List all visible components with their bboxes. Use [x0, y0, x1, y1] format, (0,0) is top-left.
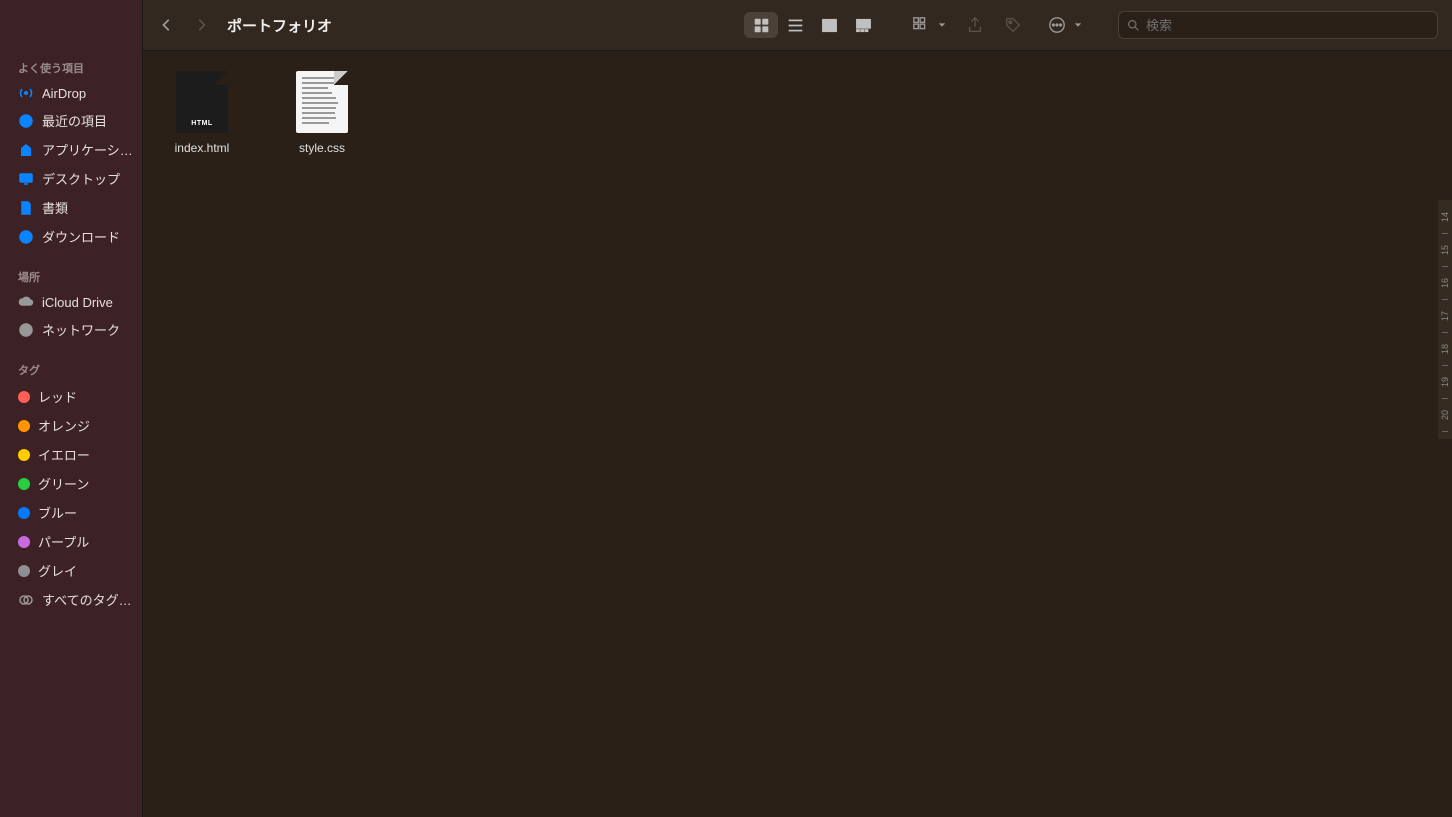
documents-icon	[18, 200, 34, 216]
sidebar-item-label: ブルー	[38, 503, 77, 522]
ruler-mark: 20	[1440, 410, 1450, 420]
desktop-icon	[18, 171, 34, 187]
tag-dot-icon	[18, 536, 30, 548]
content-area[interactable]: HTML index.html style.css	[143, 51, 1452, 817]
nav-buttons	[157, 15, 211, 35]
file-css-icon	[296, 71, 348, 133]
icloud-icon	[18, 294, 34, 310]
downloads-icon	[18, 229, 34, 245]
applications-icon	[18, 142, 34, 158]
sidebar-item-label: デスクトップ	[42, 169, 120, 188]
sidebar: よく使う項目 AirDrop 最近の項目アプリケーシ… デスクトップ書類ダウンロード場…	[0, 0, 143, 817]
sidebar-item-label: パープル	[38, 532, 89, 551]
tag-button[interactable]	[998, 13, 1028, 37]
sidebar-item-tag[interactable]: パープル	[0, 527, 142, 556]
sidebar-item-tag[interactable]: グレイ	[0, 556, 142, 585]
sidebar-item-label: レッド	[38, 387, 77, 406]
view-list-button[interactable]	[778, 12, 812, 38]
sidebar-item-label: AirDrop	[42, 86, 86, 101]
sidebar-item-tag[interactable]: オレンジ	[0, 411, 142, 440]
sidebar-item-label: ダウンロード	[42, 227, 120, 246]
sidebar-item-label: 書類	[42, 198, 68, 217]
sidebar-section-title: よく使う項目	[0, 56, 142, 80]
sidebar-item-tag[interactable]: レッド	[0, 382, 142, 411]
toolbar: ポートフォリオ	[143, 0, 1452, 51]
forward-button[interactable]	[191, 15, 211, 35]
view-mode-group	[744, 12, 880, 38]
tag-dot-icon	[18, 449, 30, 461]
ruler-mark: 16	[1440, 278, 1450, 288]
sidebar-item-recent[interactable]: 最近の項目	[0, 106, 142, 135]
sidebar-item-label: ネットワーク	[42, 320, 120, 339]
sidebar-item-downloads[interactable]: ダウンロード	[0, 222, 142, 251]
sidebar-item-tag[interactable]: グリーン	[0, 469, 142, 498]
ruler: 14 15 16 17 18 19 20	[1438, 200, 1452, 439]
file-item[interactable]: style.css	[277, 71, 367, 157]
ruler-mark: 14	[1440, 212, 1450, 222]
alltags-icon	[18, 592, 34, 608]
view-icon-button[interactable]	[744, 12, 778, 38]
tag-dot-icon	[18, 507, 30, 519]
sidebar-item-tag[interactable]: すべてのタグ…	[0, 585, 142, 614]
sidebar-item-label: 最近の項目	[42, 111, 107, 130]
sidebar-item-network[interactable]: ネットワーク	[0, 315, 142, 344]
network-icon	[18, 322, 34, 338]
sidebar-item-applications[interactable]: アプリケーシ…	[0, 135, 142, 164]
search-input[interactable]	[1146, 18, 1429, 33]
tag-dot-icon	[18, 391, 30, 403]
main-area: ポートフォリオ	[143, 0, 1452, 817]
sidebar-item-label: グレイ	[38, 561, 77, 580]
window-title: ポートフォリオ	[227, 15, 332, 36]
sidebar-item-label: オレンジ	[38, 416, 90, 435]
share-button[interactable]	[960, 13, 990, 37]
recent-icon	[18, 113, 34, 129]
sidebar-item-label: グリーン	[38, 474, 89, 493]
sidebar-item-desktop[interactable]: デスクトップ	[0, 164, 142, 193]
tag-dot-icon	[18, 478, 30, 490]
sidebar-item-label: すべてのタグ…	[42, 590, 132, 609]
ruler-mark: 19	[1440, 377, 1450, 387]
action-button[interactable]	[1042, 13, 1082, 37]
sidebar-item-label: iCloud Drive	[42, 295, 113, 310]
search-box[interactable]	[1118, 11, 1438, 39]
group-by-button[interactable]	[906, 13, 946, 37]
airdrop-icon	[18, 85, 34, 101]
sidebar-item-label: アプリケーシ…	[42, 140, 133, 159]
file-label: index.html	[175, 141, 230, 157]
ruler-mark: 18	[1440, 344, 1450, 354]
file-label: style.css	[299, 141, 345, 157]
view-column-button[interactable]	[812, 12, 846, 38]
view-gallery-button[interactable]	[846, 12, 880, 38]
tag-dot-icon	[18, 565, 30, 577]
search-icon	[1127, 19, 1140, 32]
back-button[interactable]	[157, 15, 177, 35]
file-html-icon: HTML	[176, 71, 228, 133]
sidebar-item-documents[interactable]: 書類	[0, 193, 142, 222]
sidebar-section-title: 場所	[0, 265, 142, 289]
file-item[interactable]: HTML index.html	[157, 71, 247, 157]
file-grid: HTML index.html style.css	[157, 71, 1438, 157]
sidebar-item-label: イエロー	[38, 445, 90, 464]
ruler-mark: 17	[1440, 311, 1450, 321]
sidebar-item-airdrop[interactable]: AirDrop	[0, 80, 142, 106]
sidebar-item-icloud[interactable]: iCloud Drive	[0, 289, 142, 315]
sidebar-item-tag[interactable]: イエロー	[0, 440, 142, 469]
sidebar-item-tag[interactable]: ブルー	[0, 498, 142, 527]
tag-dot-icon	[18, 420, 30, 432]
sidebar-section-title: タグ	[0, 358, 142, 382]
ruler-mark: 15	[1440, 245, 1450, 255]
